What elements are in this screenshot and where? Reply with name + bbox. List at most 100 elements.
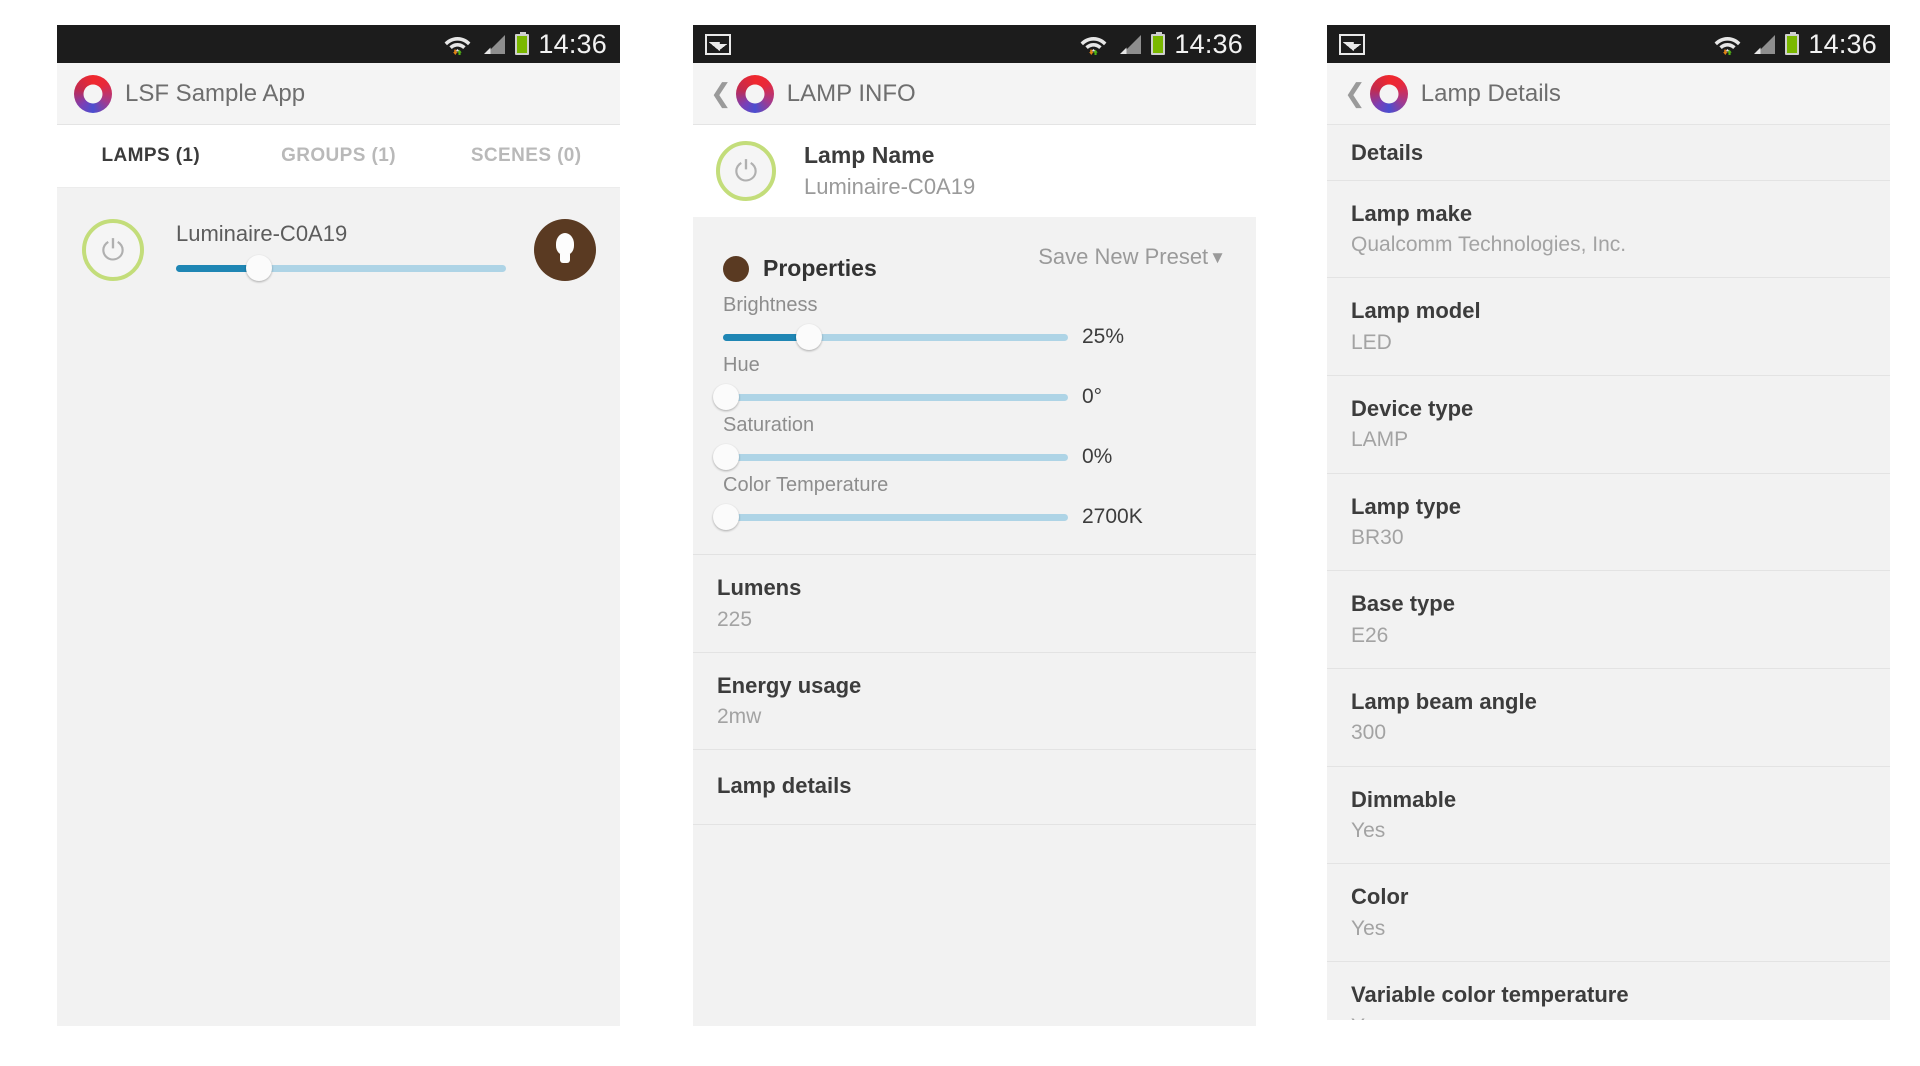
status-bar-clock: 14:36 <box>1808 28 1877 59</box>
row-value: Qualcomm Technologies, Inc. <box>1351 233 1627 256</box>
cellular-signal-icon <box>1750 34 1776 55</box>
phone-panel-lamp-details: 14:36 ❮ Lamp Details Details Lamp make Q… <box>1327 25 1890 1020</box>
property-value: 0% <box>1082 445 1113 468</box>
back-chevron-icon[interactable]: ❮ <box>1344 81 1366 107</box>
color-swatch-icon <box>723 255 749 282</box>
property-label: Saturation <box>723 414 815 436</box>
lamp-info-header-text: Lamp Name Luminaire-C0A19 <box>804 141 975 201</box>
row-title: Variable color temperature <box>1351 982 1629 1007</box>
app-bar-lamps: LSF Sample App <box>57 63 620 125</box>
save-new-preset-dropdown[interactable]: Save New Preset ▼ <box>1038 244 1226 270</box>
picture-icon <box>705 33 731 55</box>
cellular-signal-icon <box>1116 34 1142 55</box>
row-title: Dimmable <box>1351 786 1457 812</box>
power-icon: ⏻ <box>101 232 125 267</box>
properties-label: Properties <box>763 255 877 281</box>
row-title: Base type <box>1351 591 1455 617</box>
status-bar-left <box>1339 33 1365 55</box>
status-bar: 14:36 <box>1327 25 1890 63</box>
wifi-icon <box>1714 33 1741 55</box>
lamp-list: ⏻ Luminaire-C0A19 <box>57 188 620 296</box>
property-label: Color Temperature <box>723 474 889 496</box>
property-slider-line: 0% <box>713 444 1226 470</box>
app-title: LSF Sample App <box>125 79 306 107</box>
wifi-icon <box>444 33 471 55</box>
back-chevron-icon[interactable]: ❮ <box>710 81 732 107</box>
lamp-name-label: Luminaire-C0A19 <box>176 221 348 246</box>
phone-panel-lamp-info: 14:36 ❮ LAMP INFO ⏻ Lamp Name Luminaire-… <box>693 25 1256 1026</box>
details-section-header: Details <box>1327 125 1890 181</box>
lsf-logo-icon <box>74 74 112 113</box>
property-saturation: Saturation 0% <box>713 414 1226 470</box>
slider-thumb[interactable] <box>713 444 740 470</box>
row-value: BR30 <box>1351 526 1404 550</box>
list-item-lumens[interactable]: Lumens 225 <box>693 555 1256 653</box>
wifi-icon <box>1080 33 1107 55</box>
row-value: LED <box>1351 330 1392 354</box>
slider-thumb[interactable] <box>713 384 740 410</box>
picture-icon <box>1339 33 1365 55</box>
list-item-lamp-model: Lamp model LED <box>1327 278 1890 376</box>
row-title: Device type <box>1351 395 1474 421</box>
status-bar-left <box>705 33 731 55</box>
lamp-name-value: Luminaire-C0A19 <box>804 173 976 199</box>
row-value: 2mw <box>717 705 762 729</box>
lamp-name-heading: Lamp Name <box>804 141 935 168</box>
slider-track <box>723 453 1068 461</box>
power-toggle-button[interactable]: ⏻ <box>82 219 144 281</box>
property-value: 25% <box>1082 325 1125 348</box>
save-new-preset-label: Save New Preset <box>1038 244 1209 269</box>
tab-bar: LAMPS (1) GROUPS (1) SCENES (0) <box>57 125 620 188</box>
slider-track <box>723 513 1068 521</box>
property-brightness: Brightness 25% <box>723 294 1226 350</box>
status-bar: 14:36 <box>693 25 1256 63</box>
brightness-slider[interactable] <box>723 324 1068 350</box>
brightness-slider[interactable] <box>176 255 506 281</box>
slider-thumb[interactable] <box>796 324 823 350</box>
list-item-lamp-details[interactable]: Lamp details <box>693 750 1256 825</box>
row-title: Color <box>1351 884 1409 910</box>
hue-slider[interactable] <box>713 384 1068 410</box>
color-temperature-slider[interactable] <box>713 504 1068 530</box>
lsf-logo-icon <box>735 74 774 113</box>
property-value: 0° <box>1082 385 1103 408</box>
list-item-device-type: Device type LAMP <box>1327 375 1890 474</box>
row-value: 225 <box>717 607 753 631</box>
tab-lamps[interactable]: LAMPS (1) <box>57 145 245 167</box>
row-title: Lamp beam angle <box>1351 688 1537 714</box>
page-title: Lamp Details <box>1420 79 1561 107</box>
app-bar-lamp-info: ❮ LAMP INFO <box>693 63 1256 125</box>
tab-groups[interactable]: GROUPS (1) <box>245 145 433 167</box>
page-title: LAMP INFO <box>786 79 916 107</box>
power-icon: ⏻ <box>734 153 758 188</box>
list-item-color: Color Yes <box>1327 864 1890 962</box>
row-title: Energy usage <box>717 672 862 698</box>
list-item-base-type: Base type E26 <box>1327 571 1890 669</box>
battery-icon <box>515 31 530 55</box>
lightbulb-icon <box>554 233 576 267</box>
saturation-slider[interactable] <box>713 444 1068 470</box>
panel-filler <box>693 824 1256 1026</box>
property-slider-line: 2700K <box>713 504 1226 530</box>
section-title: Details <box>1351 140 1424 165</box>
row-value: 300 <box>1351 721 1387 745</box>
property-color-temperature: Color Temperature 2700K <box>713 474 1226 530</box>
row-value: Yes <box>1351 819 1386 843</box>
battery-icon <box>1785 31 1800 55</box>
screenshot-stage: 14:36 LSF Sample App LAMPS (1) GROUPS (1… <box>0 0 1920 1066</box>
list-item[interactable]: ⏻ Luminaire-C0A19 <box>57 204 620 296</box>
lsf-logo-icon <box>1369 74 1408 113</box>
properties-card: Properties Save New Preset ▼ Brightness … <box>693 226 1256 555</box>
tab-scenes[interactable]: SCENES (0) <box>432 145 620 167</box>
slider-thumb[interactable] <box>713 504 740 530</box>
list-item-variable-color-temperature: Variable color temperature Yes <box>1327 962 1890 1020</box>
status-bar-clock: 14:36 <box>538 28 607 59</box>
lamp-row-middle: Luminaire-C0A19 <box>176 221 506 281</box>
slider-thumb[interactable] <box>245 255 272 281</box>
chevron-down-icon: ▼ <box>1209 247 1226 267</box>
status-bar-right: 14:36 <box>444 28 607 59</box>
row-title: Lamp model <box>1351 298 1481 324</box>
power-toggle-button[interactable]: ⏻ <box>716 141 776 201</box>
list-item-energy-usage[interactable]: Energy usage 2mw <box>693 652 1256 751</box>
bulb-button[interactable] <box>534 219 596 281</box>
